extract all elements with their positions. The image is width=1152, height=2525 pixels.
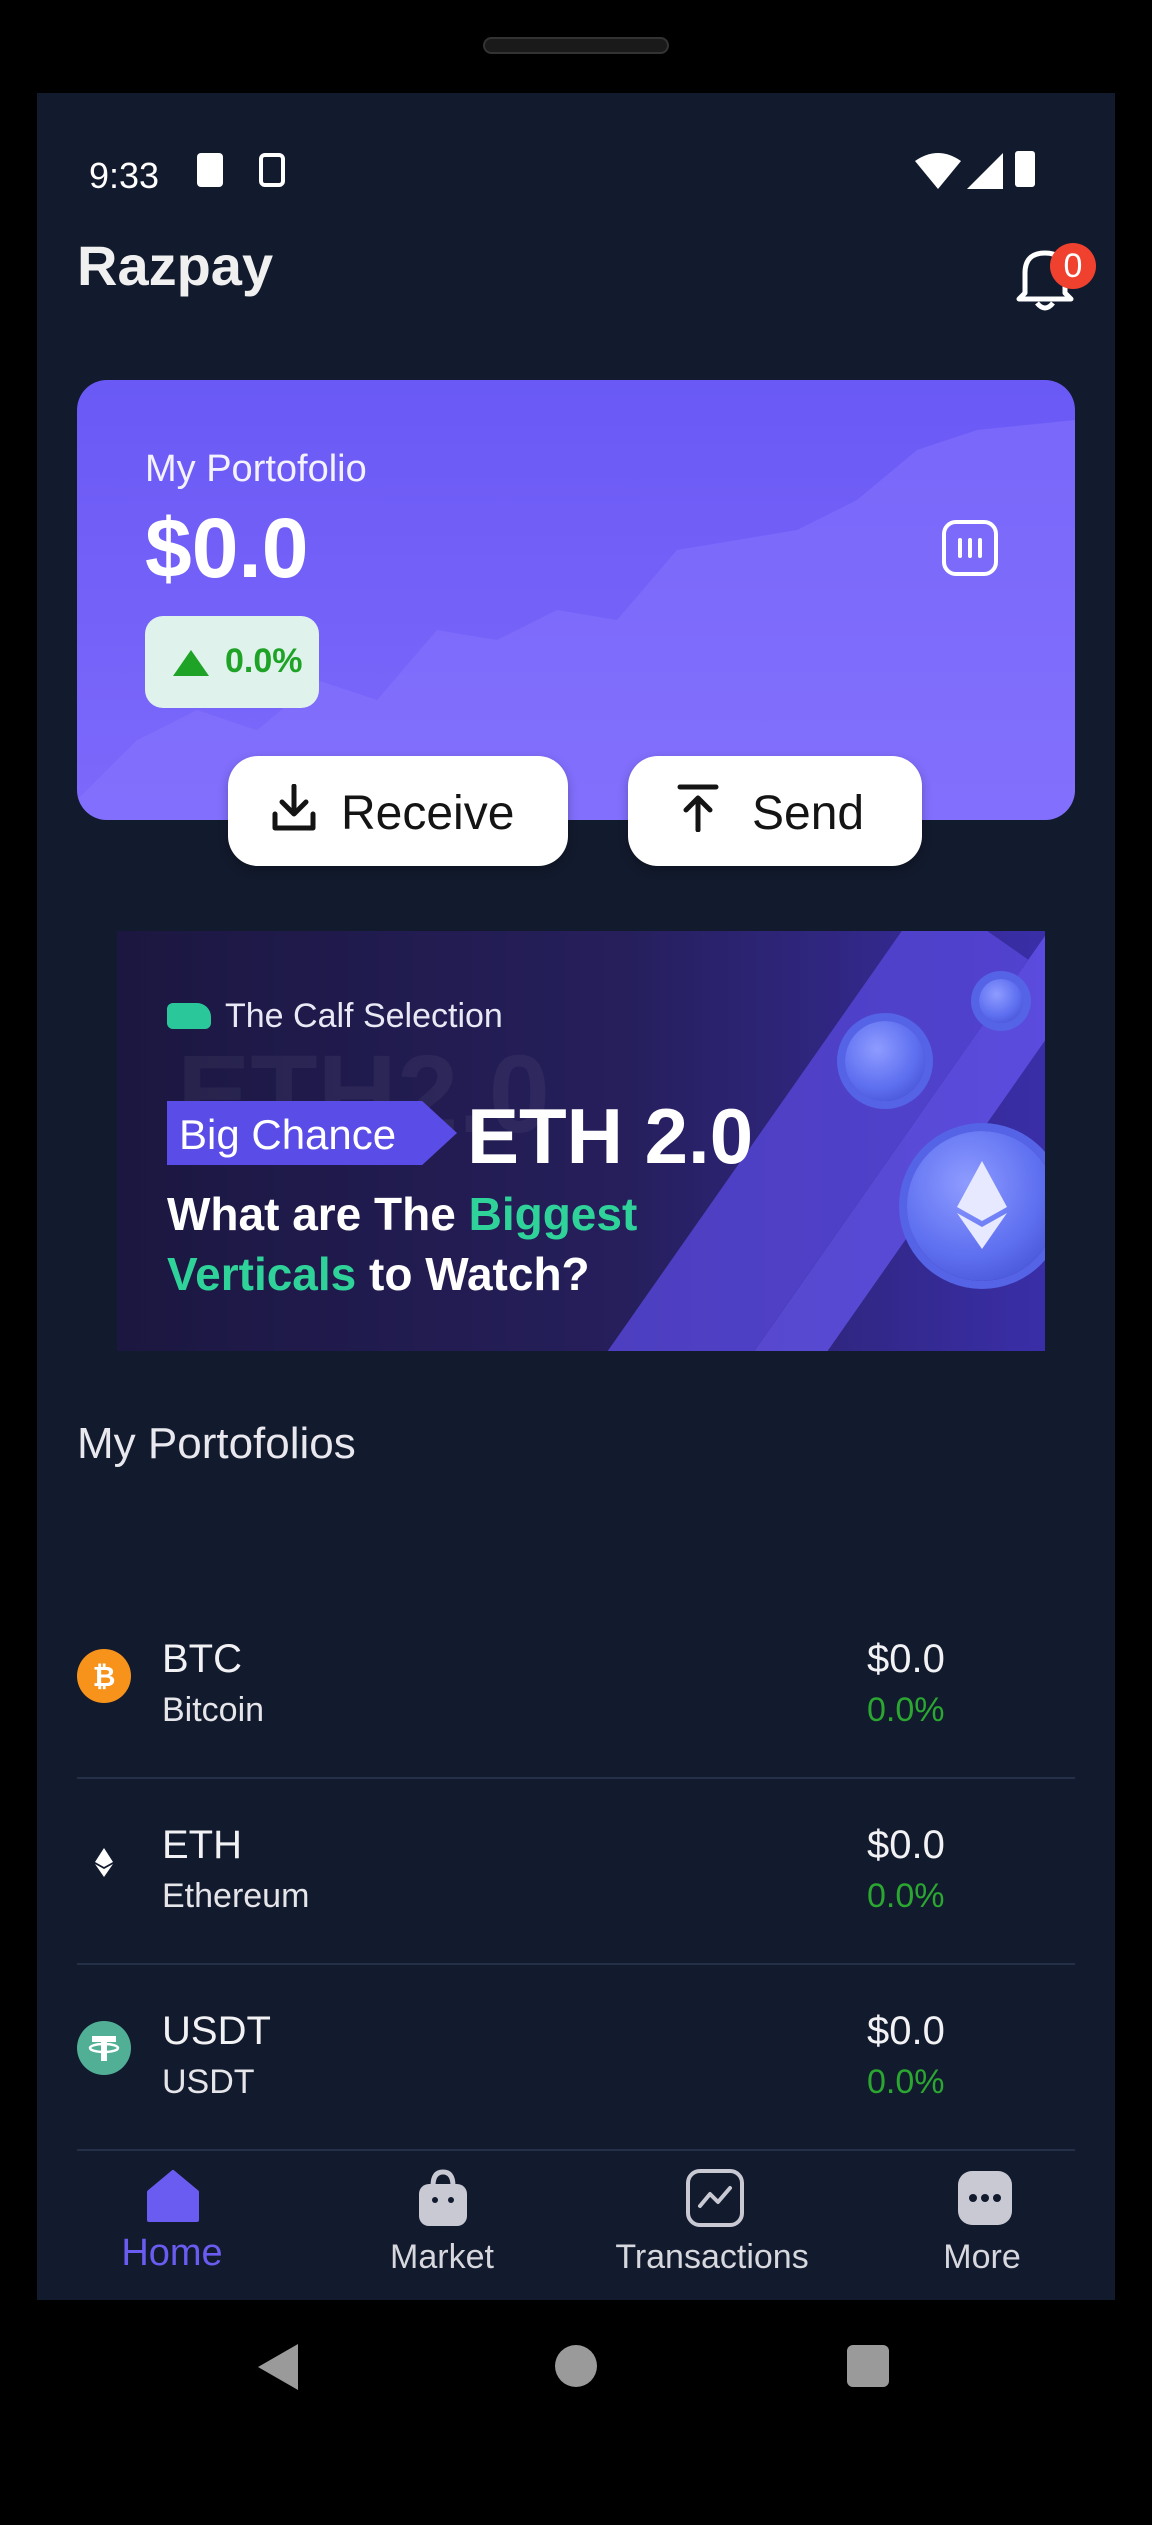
tether-icon (77, 2021, 131, 2075)
shopping-bag-icon (419, 2169, 467, 2226)
portfolios-title: My Portofolios (77, 1419, 356, 1468)
eth-coin-icon (845, 1021, 925, 1101)
send-button[interactable]: Send (628, 756, 922, 866)
portfolio-change-chip: 0.0% (145, 616, 319, 708)
portfolio-balance: $0.0 (145, 501, 309, 595)
device-speaker (483, 37, 669, 54)
coin-value: $0.0 (867, 1823, 945, 1867)
nav-transactions-label: Transactions (615, 2238, 809, 2276)
list-item[interactable]: ₿ BTC Bitcoin $0.0 0.0% (77, 1593, 1075, 1779)
coin-change: 0.0% (867, 2063, 945, 2101)
home-button-icon[interactable] (555, 2345, 597, 2387)
more-icon (958, 2171, 1012, 2225)
coin-symbol: BTC (162, 1637, 242, 1681)
receive-button[interactable]: Receive (228, 756, 568, 866)
nav-home-label: Home (121, 2232, 223, 2274)
coin-value: $0.0 (867, 2009, 945, 2053)
eth-coin-icon (907, 1131, 1045, 1281)
banner-brand: The Calf Selection (225, 997, 503, 1035)
coin-name: Bitcoin (162, 1691, 265, 1729)
banner-line-2b: to Watch? (356, 1248, 590, 1300)
download-icon (272, 784, 316, 831)
receive-label: Receive (341, 787, 515, 840)
up-triangle-icon (173, 650, 209, 676)
notification-badge: 0 (1050, 243, 1096, 289)
coin-change: 0.0% (867, 1691, 945, 1729)
home-icon (147, 2170, 199, 2222)
recent-apps-icon[interactable] (847, 2345, 889, 2387)
scan-icon[interactable] (942, 520, 998, 576)
nav-home[interactable]: Home (37, 2138, 307, 2300)
bitcoin-icon: ₿ (77, 1649, 131, 1703)
banner-tag-label: Big Chance (179, 1111, 397, 1158)
coin-value: $0.0 (867, 1637, 945, 1681)
banner-line-1: What are The Biggest (167, 1187, 637, 1241)
bottom-nav: Home Market Transactions More (37, 2138, 1115, 2300)
portfolio-change: 0.0% (225, 642, 303, 680)
ethereum-icon (77, 1835, 131, 1889)
send-label: Send (752, 787, 865, 840)
coin-name: Ethereum (162, 1877, 310, 1915)
card-wave-graphic (77, 420, 1075, 820)
banner-line-1a: What are The (167, 1188, 469, 1240)
status-time: 9:33 (89, 155, 160, 196)
coin-symbol: USDT (162, 2009, 271, 2053)
wifi-icon (915, 153, 961, 189)
upload-icon (677, 784, 719, 832)
battery-icon (1015, 151, 1035, 187)
back-icon[interactable] (258, 2344, 298, 2390)
coin-change: 0.0% (867, 1877, 945, 1915)
coin-name: USDT (162, 2063, 255, 2101)
sim-icon (259, 153, 285, 187)
nav-transactions[interactable]: Transactions (577, 2138, 847, 2300)
portfolio-card: My Portofolio $0.0 0.0% (77, 380, 1075, 820)
list-item[interactable]: ETH Ethereum $0.0 0.0% (77, 1779, 1075, 1965)
app-screen: 9:33 Razpay 0 My Portofolio $0.0 0.0% Re… (37, 93, 1115, 2300)
svg-text:₿: ₿ (93, 1661, 116, 1692)
nav-more[interactable]: More (847, 2138, 1115, 2300)
bull-icon (167, 1003, 211, 1029)
eth-coin-icon (979, 979, 1023, 1023)
nav-more-label: More (943, 2238, 1021, 2276)
coin-symbol: ETH (162, 1823, 242, 1867)
device-frame: 9:33 Razpay 0 My Portofolio $0.0 0.0% Re… (0, 0, 1152, 2525)
chart-icon (686, 2169, 744, 2227)
banner-line-2a: Verticals (167, 1248, 357, 1300)
list-item[interactable]: USDT USDT $0.0 0.0% (77, 1965, 1075, 2151)
promo-banner[interactable]: ETH2.0 The Calf Selection Big Chance ETH… (117, 931, 1045, 1351)
sd-card-icon (197, 153, 223, 187)
banner-line-1b: Biggest (468, 1188, 638, 1240)
banner-headline: ETH 2.0 (467, 1092, 754, 1180)
app-title: Razpay (77, 234, 274, 297)
system-nav-bar (0, 2300, 1152, 2470)
banner-line-2: Verticals to Watch? (167, 1247, 590, 1301)
signal-icon (967, 153, 1003, 189)
status-bar: 9:33 (37, 93, 1115, 196)
nav-market[interactable]: Market (307, 2138, 577, 2300)
nav-market-label: Market (390, 2238, 494, 2276)
portfolio-label: My Portofolio (145, 448, 367, 490)
banner-tag: Big Chance (167, 1101, 457, 1165)
